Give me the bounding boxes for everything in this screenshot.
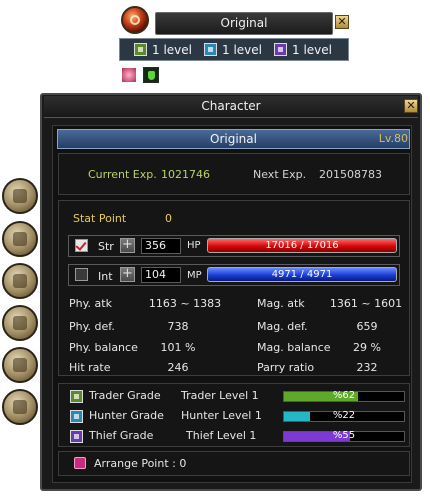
mp-text: 4971 / 4971 — [271, 269, 333, 280]
current-exp-value: 1021746 — [161, 168, 210, 181]
window-title-bar[interactable]: Character — [44, 96, 418, 118]
close-icon: ✕ — [337, 15, 347, 28]
hit-rate-value: 246 — [167, 361, 189, 374]
trader-level-label: Trader Level 1 — [181, 389, 259, 402]
str-label: Str — [98, 240, 114, 253]
trader-grade-row: Trader Grade Trader Level 1 %62 — [70, 389, 405, 403]
party-hunter-level-text: 1 level — [222, 43, 262, 57]
int-checkbox[interactable] — [75, 268, 88, 281]
party-name-bar: Original — [155, 12, 333, 35]
mp-label: MP — [187, 270, 202, 281]
str-checkbox[interactable] — [75, 239, 88, 252]
current-exp-label: Current Exp. — [88, 168, 157, 181]
hunter-icon — [70, 410, 83, 423]
int-value: 104 — [141, 267, 181, 283]
tab-foot-icon[interactable] — [2, 305, 38, 341]
hunter-grade-label: Hunter Grade — [89, 409, 164, 422]
tab-scroll-icon[interactable] — [2, 389, 38, 425]
party-member-name: Original — [220, 16, 268, 30]
str-value: 356 — [141, 238, 181, 254]
next-exp-value: 201508783 — [319, 168, 382, 181]
phy-def-label: Phy. def. — [69, 320, 115, 333]
phy-atk-value: 1163 ~ 1383 — [148, 297, 222, 310]
mag-def-value: 659 — [356, 320, 378, 333]
hunter-level-label: Hunter Level 1 — [181, 409, 262, 422]
hunter-grade-bar: %22 — [283, 410, 405, 422]
window-title: Character — [201, 99, 261, 113]
party-trader-level-text: 1 level — [152, 43, 192, 57]
phy-def-value: 738 — [167, 320, 189, 333]
character-name-bar: Original — [57, 129, 410, 149]
buff-heart-icon[interactable] — [121, 67, 137, 83]
hunter-grade-row: Hunter Grade Hunter Level 1 %22 — [70, 409, 405, 423]
stat-point-value: 0 — [165, 212, 172, 225]
int-plus-button[interactable]: + — [120, 267, 135, 282]
str-plus-button[interactable]: + — [120, 238, 135, 253]
hp-gauge: 17016 / 17016 — [207, 238, 397, 253]
tab-book-icon[interactable] — [2, 263, 38, 299]
mag-atk-label: Mag. atk — [257, 297, 305, 310]
party-emblem-icon[interactable] — [121, 6, 149, 34]
trader-icon — [134, 43, 147, 56]
hp-label: HP — [187, 240, 201, 251]
next-exp-label: Next Exp. — [253, 168, 307, 181]
hit-rate-label: Hit rate — [69, 361, 111, 374]
thief-grade-row: Thief Grade Thief Level 1 %55 — [70, 429, 405, 443]
phy-balance-value: 101 % — [160, 341, 196, 354]
window-close-button[interactable]: ✕ — [404, 99, 418, 113]
mag-def-label: Mag. def. — [257, 320, 308, 333]
party-trader-level: 1 level — [134, 42, 192, 58]
hp-text: 17016 / 17016 — [265, 240, 339, 251]
parry-ratio-value: 232 — [356, 361, 378, 374]
character-level: Lv.80 — [378, 132, 408, 145]
phy-atk-label: Phy. atk — [69, 297, 112, 310]
thief-grade-bar: %55 — [283, 430, 405, 442]
int-label: Int — [98, 270, 113, 283]
trader-icon — [70, 390, 83, 403]
character-name: Original — [210, 132, 257, 146]
party-thief-level-text: 1 level — [292, 43, 332, 57]
party-hunter-level: 1 level — [204, 42, 262, 58]
trader-grade-label: Trader Grade — [89, 389, 161, 402]
arrange-point-icon[interactable] — [74, 457, 86, 469]
tab-handshake-icon[interactable] — [2, 347, 38, 383]
arrange-point-text: Arrange Point : 0 — [94, 457, 187, 470]
mp-gauge: 4971 / 4971 — [207, 267, 397, 282]
thief-grade-percent: %55 — [332, 430, 356, 441]
party-job-levels: 1 level 1 level 1 level — [119, 38, 349, 61]
party-thief-level: 1 level — [274, 42, 332, 58]
close-icon: ✕ — [406, 99, 416, 112]
tab-skill-icon[interactable] — [2, 221, 38, 257]
party-close-button[interactable]: ✕ — [335, 15, 349, 29]
trader-grade-bar: %62 — [283, 390, 405, 402]
mag-balance-label: Mag. balance — [257, 341, 331, 354]
thief-icon — [70, 430, 83, 443]
buff-potion-icon[interactable] — [143, 67, 159, 83]
trader-grade-percent: %62 — [332, 390, 356, 401]
plus-icon: + — [122, 237, 133, 252]
mag-atk-value: 1361 ~ 1601 — [329, 297, 403, 310]
thief-grade-label: Thief Grade — [89, 429, 154, 442]
thief-icon — [274, 43, 287, 56]
mag-balance-value: 29 % — [353, 341, 381, 354]
hunter-icon — [204, 43, 217, 56]
plus-icon: + — [122, 266, 133, 281]
parry-ratio-label: Parry ratio — [257, 361, 315, 374]
phy-balance-label: Phy. balance — [69, 341, 138, 354]
tab-character-icon[interactable] — [2, 178, 38, 214]
stat-point-label: Stat Point — [73, 212, 127, 225]
thief-level-label: Thief Level 1 — [186, 429, 257, 442]
hunter-grade-percent: %22 — [332, 410, 356, 421]
